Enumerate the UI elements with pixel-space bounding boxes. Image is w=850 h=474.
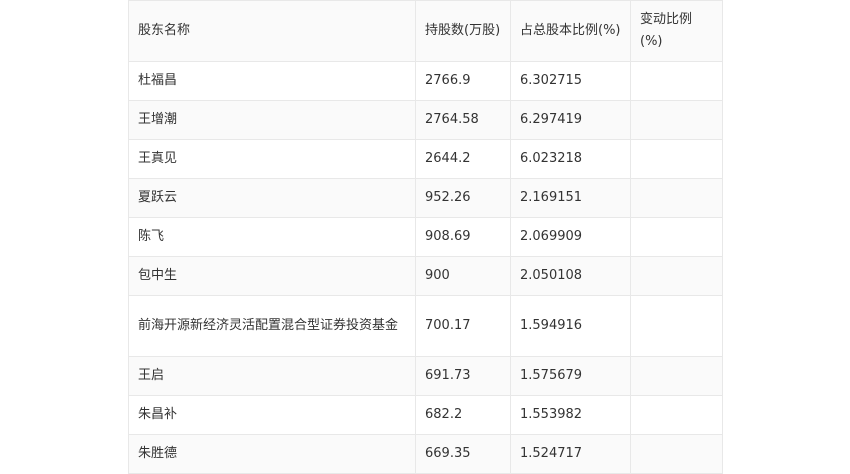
cell-name: 夏跃云 <box>128 178 416 218</box>
cell-name: 前海开源新经济灵活配置混合型证券投资基金 <box>128 295 416 357</box>
table-row: 王启 691.73 1.575679 <box>128 356 723 396</box>
header-share-ratio: 占总股本比例(%) <box>510 0 631 62</box>
cell-shares: 952.26 <box>415 178 511 218</box>
table-header-row: 股东名称 持股数(万股) 占总股本比例(%) 变动比例(%) <box>128 0 723 62</box>
shareholder-table: 股东名称 持股数(万股) 占总股本比例(%) 变动比例(%) 杜福昌 2766.… <box>128 0 723 474</box>
cell-ratio: 6.297419 <box>510 100 631 140</box>
cell-ratio: 6.302715 <box>510 61 631 101</box>
cell-shares: 2766.9 <box>415 61 511 101</box>
cell-ratio: 1.575679 <box>510 356 631 396</box>
cell-shares: 700.17 <box>415 295 511 357</box>
table-row: 夏跃云 952.26 2.169151 <box>128 178 723 218</box>
table-row: 包中生 900 2.050108 <box>128 256 723 296</box>
cell-ratio: 6.023218 <box>510 139 631 179</box>
cell-name: 王增潮 <box>128 100 416 140</box>
table-row: 前海开源新经济灵活配置混合型证券投资基金 700.17 1.594916 <box>128 295 723 357</box>
table-row: 朱胜德 669.35 1.524717 <box>128 434 723 474</box>
cell-name: 包中生 <box>128 256 416 296</box>
header-shares: 持股数(万股) <box>415 0 511 62</box>
cell-ratio: 2.069909 <box>510 217 631 257</box>
table-row: 陈飞 908.69 2.069909 <box>128 217 723 257</box>
cell-shares: 2644.2 <box>415 139 511 179</box>
cell-change <box>630 434 723 474</box>
cell-shares: 908.69 <box>415 217 511 257</box>
table-row: 杜福昌 2766.9 6.302715 <box>128 61 723 101</box>
table-row: 王增潮 2764.58 6.297419 <box>128 100 723 140</box>
cell-change <box>630 356 723 396</box>
cell-shares: 669.35 <box>415 434 511 474</box>
cell-change <box>630 295 723 357</box>
table-row: 王真见 2644.2 6.023218 <box>128 139 723 179</box>
cell-change <box>630 61 723 101</box>
cell-ratio: 1.553982 <box>510 395 631 435</box>
cell-name: 陈飞 <box>128 217 416 257</box>
cell-ratio: 1.524717 <box>510 434 631 474</box>
header-shareholder-name: 股东名称 <box>128 0 416 62</box>
cell-change <box>630 178 723 218</box>
cell-change <box>630 139 723 179</box>
cell-change <box>630 100 723 140</box>
cell-ratio: 2.169151 <box>510 178 631 218</box>
cell-name: 朱昌补 <box>128 395 416 435</box>
cell-name: 王启 <box>128 356 416 396</box>
header-change-ratio: 变动比例(%) <box>630 0 723 62</box>
cell-shares: 2764.58 <box>415 100 511 140</box>
cell-change <box>630 395 723 435</box>
cell-name: 王真见 <box>128 139 416 179</box>
cell-ratio: 2.050108 <box>510 256 631 296</box>
cell-change <box>630 217 723 257</box>
cell-shares: 900 <box>415 256 511 296</box>
cell-name: 朱胜德 <box>128 434 416 474</box>
cell-name: 杜福昌 <box>128 61 416 101</box>
cell-shares: 691.73 <box>415 356 511 396</box>
cell-change <box>630 256 723 296</box>
shareholder-table-container: 股东名称 持股数(万股) 占总股本比例(%) 变动比例(%) 杜福昌 2766.… <box>128 0 723 474</box>
table-row: 朱昌补 682.2 1.553982 <box>128 395 723 435</box>
cell-shares: 682.2 <box>415 395 511 435</box>
cell-ratio: 1.594916 <box>510 295 631 357</box>
